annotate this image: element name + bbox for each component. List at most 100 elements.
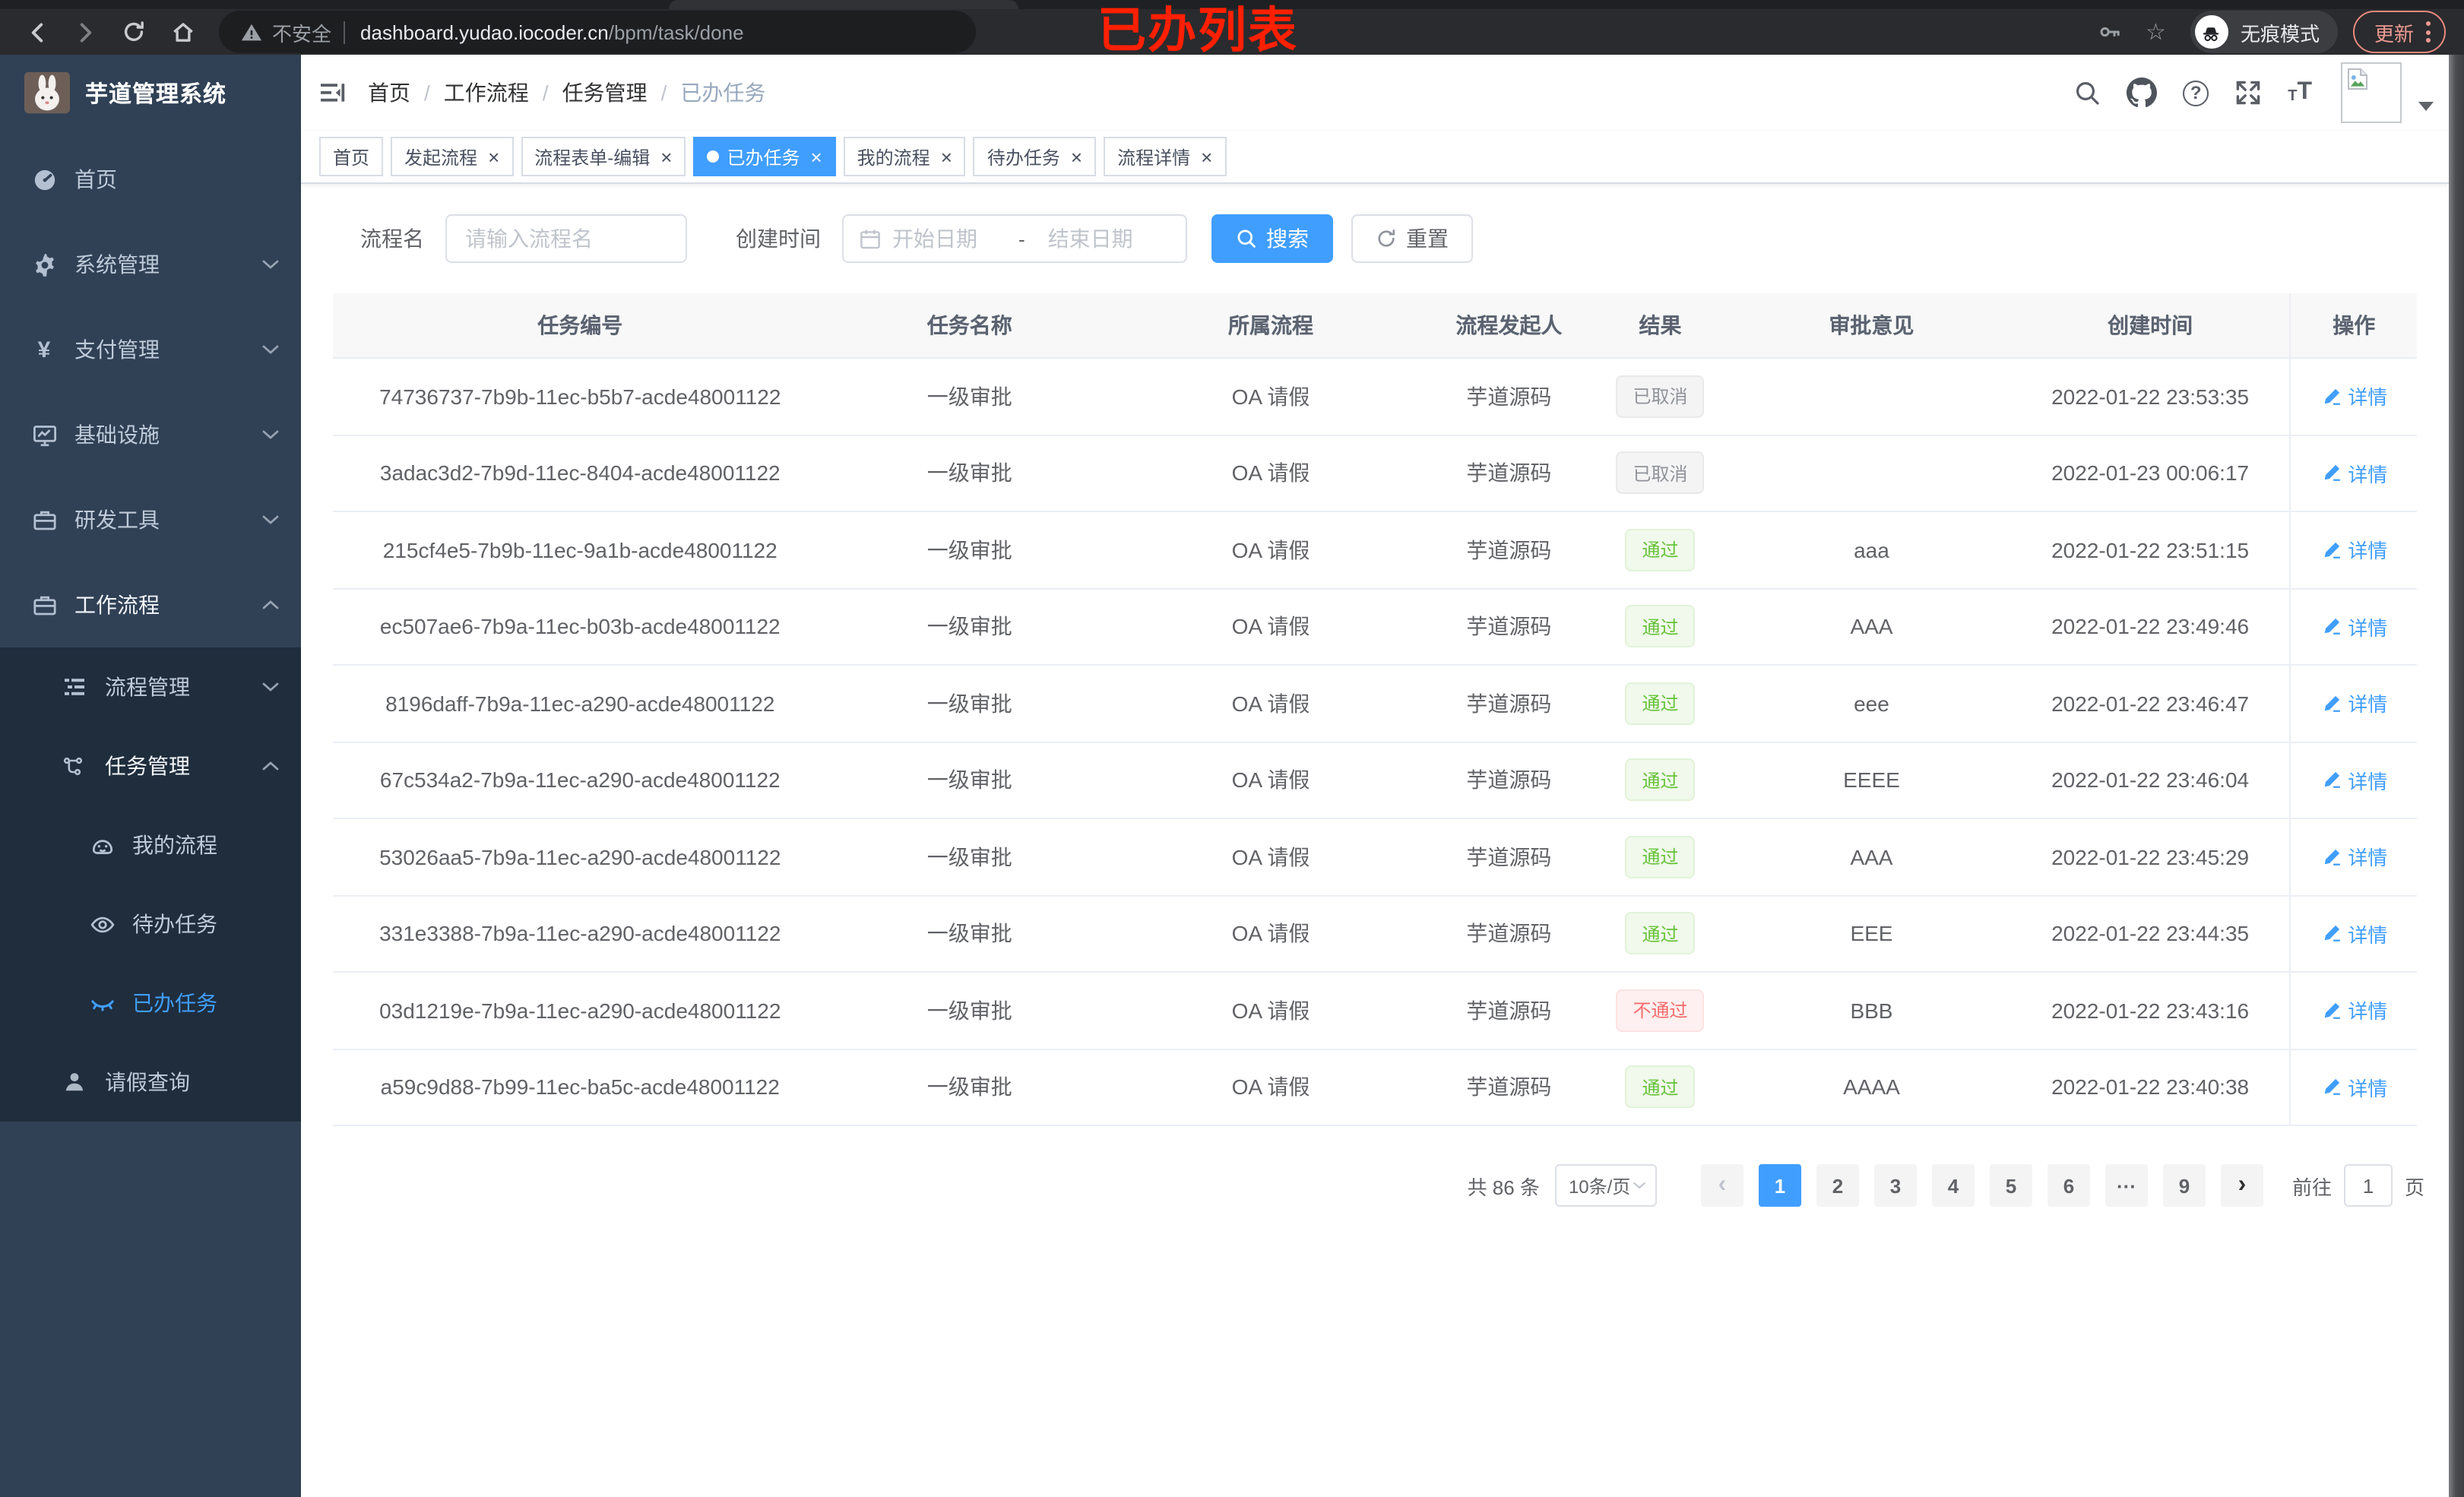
- page-button-5[interactable]: 5: [1989, 1164, 2032, 1207]
- tab-我的流程[interactable]: 我的流程 ×: [843, 137, 966, 176]
- pagination-total: 共 86 条: [1467, 1176, 1540, 1198]
- tab-close-icon[interactable]: ×: [660, 147, 672, 166]
- tab-流程表单-编辑[interactable]: 流程表单-编辑 ×: [521, 137, 686, 176]
- edit-icon: [2320, 770, 2342, 791]
- detail-link[interactable]: 详情: [2320, 382, 2387, 411]
- search-button[interactable]: 搜索: [1211, 214, 1333, 263]
- edit-icon: [2320, 463, 2342, 484]
- starter-cell: 芋道源码: [1466, 460, 1552, 486]
- page-button-4[interactable]: 4: [1931, 1164, 1975, 1207]
- prev-page-button[interactable]: ‹: [1700, 1164, 1743, 1207]
- fullscreen-icon[interactable]: [2234, 79, 2262, 106]
- comment-cell: AAA: [1850, 844, 1893, 869]
- page-button-1[interactable]: 1: [1758, 1164, 1801, 1207]
- date-range-picker[interactable]: -: [842, 214, 1187, 263]
- browser-home-button[interactable]: [164, 14, 201, 50]
- browser-update-button[interactable]: 更新: [2352, 11, 2446, 53]
- header-search-icon[interactable]: [2073, 79, 2101, 106]
- sidebar-item-已办任务[interactable]: 已办任务: [0, 964, 301, 1043]
- reset-button[interactable]: 重置: [1351, 214, 1473, 263]
- detail-label: 详情: [2348, 693, 2388, 717]
- breadcrumb-item[interactable]: 工作流程: [444, 78, 529, 108]
- table-row: 03d1219e-7b9a-11ec-a290-acde48001122 一级审批…: [333, 973, 2417, 1049]
- browser-forward-button[interactable]: [67, 14, 103, 50]
- breadcrumb-separator: /: [424, 81, 430, 105]
- process-name-input[interactable]: [445, 214, 687, 263]
- more-pages-button[interactable]: ···: [2105, 1164, 2148, 1207]
- task-id-cell: 215cf4e5-7b9b-11ec-9a1b-acde48001122: [382, 537, 778, 562]
- tab-close-icon[interactable]: ×: [941, 147, 952, 166]
- detail-link[interactable]: 详情: [2320, 996, 2387, 1025]
- tab-待办任务[interactable]: 待办任务 ×: [973, 137, 1097, 176]
- sidebar-fold-icon[interactable]: [319, 79, 347, 106]
- detail-link[interactable]: 详情: [2320, 536, 2387, 565]
- table-body: 74736737-7b9b-11ec-b5b7-acde48001122 一级审批…: [333, 359, 2417, 1126]
- breadcrumb-item[interactable]: 任务管理: [562, 78, 648, 108]
- sidebar-item-系统管理[interactable]: 系统管理: [0, 222, 301, 307]
- avatar-caret-icon[interactable]: [2418, 91, 2434, 116]
- result-cell: 通过: [1588, 819, 1732, 894]
- font-size-icon[interactable]: TT: [2288, 80, 2312, 105]
- end-date-input[interactable]: [1047, 226, 1161, 251]
- comment-cell: [1732, 359, 2011, 434]
- detail-link[interactable]: 详情: [2320, 919, 2387, 948]
- page-button-9[interactable]: 9: [2162, 1164, 2206, 1207]
- browser-back-button[interactable]: [18, 14, 55, 50]
- created-time-cell: 2022-01-22 23:49:46: [2051, 614, 2250, 639]
- detail-link[interactable]: 详情: [2320, 689, 2387, 718]
- bookmark-star-icon[interactable]: ☆: [2146, 18, 2166, 46]
- sidebar-item-我的流程[interactable]: 我的流程: [0, 805, 301, 885]
- github-icon[interactable]: [2127, 78, 2158, 108]
- detail-link[interactable]: 详情: [2320, 766, 2387, 795]
- sidebar-item-待办任务[interactable]: 待办任务: [0, 885, 301, 964]
- detail-link[interactable]: 详情: [2320, 843, 2387, 872]
- table-row: 215cf4e5-7b9b-11ec-9a1b-acde48001122 一级审批…: [333, 512, 2417, 589]
- app-logo[interactable]: 芋道管理系统: [0, 55, 301, 131]
- browser-menu-icon[interactable]: [2426, 21, 2431, 43]
- sidebar-item-请假查询[interactable]: 请假查询: [0, 1043, 301, 1122]
- key-icon[interactable]: [2097, 20, 2121, 44]
- edit-icon: [2320, 847, 2342, 868]
- sidebar-item-工作流程[interactable]: 工作流程: [0, 562, 301, 647]
- insecure-label: 不安全: [272, 22, 332, 45]
- address-bar[interactable]: 不安全 dashboard.yudao.iocoder.cn/bpm/task/…: [219, 11, 976, 53]
- sidebar-item-首页[interactable]: 首页: [0, 137, 301, 222]
- tab-流程详情[interactable]: 流程详情 ×: [1104, 137, 1227, 176]
- tab-close-icon[interactable]: ×: [488, 147, 499, 166]
- tab-close-icon[interactable]: ×: [1201, 147, 1212, 166]
- tab-发起流程[interactable]: 发起流程 ×: [391, 137, 514, 176]
- avatar[interactable]: [2341, 62, 2402, 123]
- page-button-6[interactable]: 6: [2047, 1164, 2090, 1207]
- tab-已办任务[interactable]: 已办任务 ×: [693, 137, 836, 176]
- start-date-input[interactable]: [892, 226, 1005, 251]
- sidebar-item-基础设施[interactable]: 基础设施: [0, 392, 301, 477]
- page-button-3[interactable]: 3: [1873, 1164, 1917, 1207]
- tab-close-icon[interactable]: ×: [1071, 147, 1082, 166]
- sidebar-item-研发工具[interactable]: 研发工具: [0, 477, 301, 562]
- goto-page-input[interactable]: [2343, 1164, 2393, 1207]
- sidebar-item-支付管理[interactable]: ¥ 支付管理: [0, 307, 301, 392]
- starter-cell: 芋道源码: [1466, 614, 1552, 639]
- help-icon[interactable]: ?: [2183, 80, 2209, 106]
- result-tag: 通过: [1625, 758, 1696, 802]
- browser-reload-button[interactable]: [116, 14, 152, 50]
- browser-scrollbar[interactable]: [2449, 55, 2464, 1497]
- page-button-2[interactable]: 2: [1816, 1164, 1859, 1207]
- next-page-button[interactable]: ›: [2220, 1164, 2263, 1207]
- page-size-value: 10条/页: [1568, 1176, 1631, 1197]
- detail-link[interactable]: 详情: [2320, 1073, 2387, 1102]
- detail-link[interactable]: 详情: [2320, 459, 2387, 488]
- tab-首页[interactable]: 首页: [319, 137, 384, 176]
- detail-link[interactable]: 详情: [2320, 612, 2387, 641]
- starter-cell: 芋道源码: [1466, 691, 1552, 716]
- breadcrumb-item[interactable]: 首页: [368, 78, 410, 108]
- process-cell: OA 请假: [1231, 691, 1310, 716]
- detail-label: 详情: [2348, 770, 2388, 793]
- page-size-select[interactable]: 10条/页: [1554, 1164, 1657, 1207]
- column-header-结果: 结果: [1639, 313, 1682, 337]
- sidebar-item-任务管理[interactable]: 任务管理: [0, 726, 301, 805]
- sidebar-item-label: 待办任务: [132, 912, 217, 936]
- tab-close-icon[interactable]: ×: [810, 147, 822, 166]
- active-tab-dot: [707, 150, 720, 163]
- sidebar-item-流程管理[interactable]: 流程管理: [0, 647, 301, 726]
